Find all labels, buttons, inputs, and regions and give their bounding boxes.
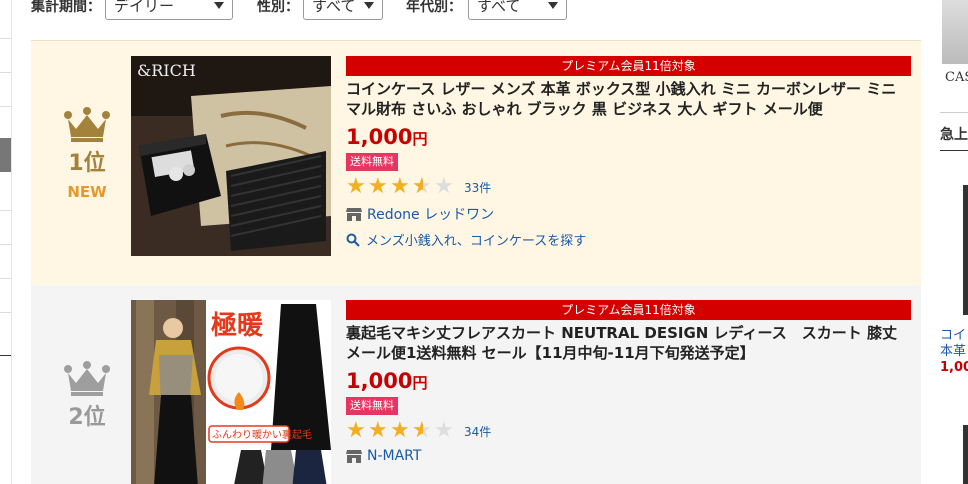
shop-link[interactable]: Redone レッドワン [346, 204, 911, 224]
crown-silver-icon [64, 361, 110, 396]
product-price: 1,000円 [346, 369, 911, 393]
chevron-down-icon [364, 2, 374, 9]
product-info: プレミアム会員11倍対象 コインケース レザー メンズ 本革 ボックス型 小銭入… [346, 56, 911, 249]
rating-row: ★ ★ ★ ★ ★ ★ 34件 [346, 420, 911, 442]
premium-banner: プレミアム会員11倍対象 [346, 300, 911, 320]
age-select[interactable]: すべて [468, 0, 567, 20]
shop-icon [346, 450, 362, 463]
review-count-link[interactable]: 33件 [464, 179, 491, 196]
shop-icon [346, 208, 362, 221]
rank-number: 2位 [68, 405, 106, 430]
right-sidebar: CASI 急上 コイ 本革 1,00 [938, 0, 968, 484]
product-image[interactable]: 極暖 ふんわり暖かい裏起毛 [131, 300, 331, 484]
ranking-item-2: 2位 極暖 ふんわり暖かい裏起毛 プレミアム会員11倍対象 裏起毛マキシ丈フレア… [31, 285, 921, 484]
product-price: 1,00 [940, 360, 968, 375]
free-shipping-badge: 送料無料 [346, 153, 398, 171]
image-headline: 極暖 [211, 311, 264, 341]
product-title-link[interactable]: 裏起毛マキシ丈フレアスカート NEUTRAL DESIGN レディース スカート… [346, 323, 911, 363]
section-heading: 急上 [940, 127, 968, 143]
half-star-icon: ★ [412, 176, 423, 198]
premium-banner: プレミアム会員11倍対象 [346, 56, 911, 76]
chevron-down-icon [214, 2, 224, 9]
star-icon: ★ [390, 418, 410, 443]
ad-image[interactable] [942, 0, 968, 64]
product-image[interactable]: &RICH [131, 56, 331, 256]
rank-badge: 2位 [55, 361, 119, 431]
left-sidebar-edge [0, 0, 12, 484]
star-icon: ★ [434, 418, 454, 443]
star-icon: ★ [368, 174, 388, 199]
free-shipping-badge: 送料無料 [346, 397, 398, 415]
star-icon: ★ [346, 418, 366, 443]
category-search-link[interactable]: メンズ小銭入れ、コインケースを探す [346, 230, 911, 249]
gender-label: 性別： [257, 0, 299, 15]
image-caption: ふんわり暖かい裏起毛 [212, 428, 312, 441]
shop-link[interactable]: N-MART [346, 448, 911, 464]
ranking-item-1: 1位 NEW &RICH プレミアム会員11倍対象 コインケース レザー メンズ… [31, 40, 921, 285]
chevron-down-icon [548, 2, 558, 9]
gender-select-value: すべて [312, 0, 356, 15]
image-brand-logo: &RICH [137, 61, 196, 80]
star-icon: ★ [434, 174, 454, 199]
review-count-link[interactable]: 34件 [464, 423, 491, 440]
star-icon: ★ [390, 174, 410, 199]
ad-brand-text: CASI [945, 70, 968, 85]
star-icon: ★ [346, 174, 366, 199]
star-icon: ★ [368, 418, 388, 443]
star-rating: ★ ★ ★ ★ ★ ★ [346, 176, 456, 198]
half-star-icon: ★ [412, 420, 423, 442]
age-select-value: すべて [477, 0, 521, 15]
shop-name: N-MART [367, 448, 422, 464]
product-thumbnail[interactable] [963, 185, 968, 315]
search-icon [346, 233, 360, 247]
price-currency: 円 [412, 374, 428, 392]
product-link-line2[interactable]: 本革 [940, 340, 966, 359]
product-thumbnail[interactable] [963, 425, 968, 484]
rank-number: 1位 [68, 151, 106, 176]
price-currency: 円 [412, 130, 428, 148]
price-value: 1,000 [346, 125, 413, 149]
product-title-link[interactable]: コインケース レザー メンズ 本革 ボックス型 小銭入れ ミニ カーボンレザー … [346, 79, 911, 119]
product-price: 1,000円 [346, 125, 911, 149]
crown-gold-icon [64, 107, 110, 142]
new-badge: NEW [67, 183, 107, 201]
gender-select[interactable]: すべて [303, 0, 383, 20]
rank-badge: 1位 NEW [55, 107, 119, 201]
period-select-value: デイリー [114, 0, 175, 15]
period-select[interactable]: デイリー [105, 0, 233, 20]
shop-name: Redone レッドワン [367, 207, 495, 223]
age-label: 年代別： [406, 0, 462, 15]
filter-bar: 集計期間： デイリー 性別： すべて 年代別： すべて [31, 0, 921, 20]
rating-row: ★ ★ ★ ★ ★ ★ 33件 [346, 176, 911, 198]
star-rating: ★ ★ ★ ★ ★ ★ [346, 420, 456, 442]
category-search-text: メンズ小銭入れ、コインケースを探す [366, 234, 587, 249]
product-info: プレミアム会員11倍対象 裏起毛マキシ丈フレアスカート NEUTRAL DESI… [346, 300, 911, 464]
period-label: 集計期間： [31, 0, 101, 15]
price-value: 1,000 [346, 369, 413, 393]
